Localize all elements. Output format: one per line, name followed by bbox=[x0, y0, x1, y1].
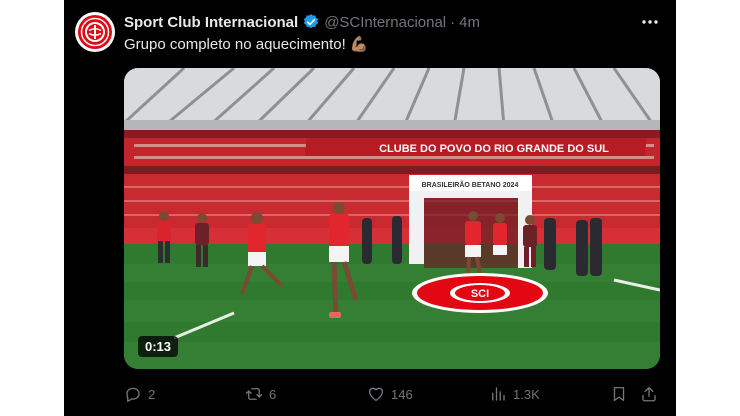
views-icon bbox=[492, 387, 505, 401]
views-button[interactable]: 1.3K bbox=[489, 382, 540, 406]
tunnel-banner-text: BRASILEIRÃO BETANO 2024 bbox=[422, 180, 519, 189]
bookmark-button[interactable] bbox=[610, 382, 628, 406]
verified-badge-icon[interactable] bbox=[302, 13, 320, 31]
reply-icon bbox=[126, 387, 140, 403]
flexed-biceps-emoji: 💪🏽 bbox=[349, 36, 369, 53]
tweet-header: Sport Club Internacional @SCInternaciona… bbox=[124, 12, 480, 32]
tweet-card[interactable]: Sport Club Internacional @SCInternaciona… bbox=[64, 0, 676, 416]
video-player[interactable]: CLUBE DO POVO DO RIO GRANDE DO SUL BRASI… bbox=[124, 68, 660, 369]
video-duration-badge: 0:13 bbox=[138, 336, 179, 357]
repost-button[interactable]: 6 bbox=[245, 382, 276, 406]
repost-icon bbox=[245, 388, 263, 400]
more-icon[interactable] bbox=[640, 12, 660, 36]
timestamp[interactable]: 4m bbox=[459, 14, 480, 31]
tweet-text: Grupo completo no aquecimento! 💪🏽 bbox=[124, 35, 369, 54]
handle[interactable]: @SCInternacional bbox=[324, 14, 446, 31]
bookmark-icon bbox=[613, 386, 625, 402]
video-frame[interactable]: CLUBE DO POVO DO RIO GRANDE DO SUL BRASI… bbox=[124, 68, 660, 369]
center-logo-text: SCI bbox=[471, 288, 489, 300]
repost-count: 6 bbox=[269, 386, 277, 402]
reply-count: 2 bbox=[148, 386, 156, 402]
reply-button[interactable]: 2 bbox=[124, 382, 155, 406]
like-button[interactable]: 146 bbox=[367, 382, 413, 406]
heart-icon bbox=[368, 387, 384, 402]
separator-dot: · bbox=[450, 13, 456, 31]
share-button[interactable] bbox=[640, 382, 658, 406]
like-count: 146 bbox=[391, 386, 413, 402]
stand-banner-text: CLUBE DO POVO DO RIO GRANDE DO SUL bbox=[379, 143, 609, 155]
action-bar: 2 6 146 1.3K bbox=[124, 382, 664, 406]
sci-crest-icon bbox=[76, 13, 114, 51]
avatar[interactable] bbox=[75, 12, 115, 52]
display-name[interactable]: Sport Club Internacional bbox=[124, 14, 298, 31]
view-count: 1.3K bbox=[513, 386, 540, 402]
tweet-text-body: Grupo completo no aquecimento! bbox=[124, 35, 346, 53]
share-icon bbox=[642, 386, 656, 402]
